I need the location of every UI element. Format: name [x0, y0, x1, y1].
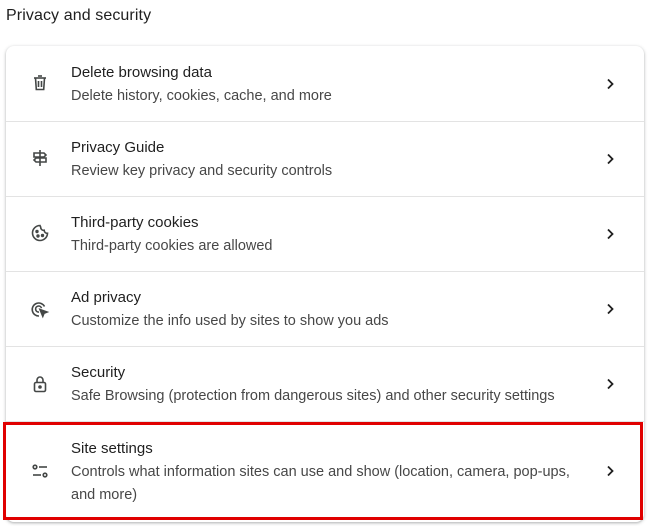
site-settings-row[interactable]: Site settings Controls what information … — [6, 422, 644, 522]
chevron-right-icon — [602, 376, 618, 392]
chevron-right-icon — [602, 463, 618, 479]
row-label: Privacy Guide — [71, 139, 165, 156]
chevron-right-icon — [602, 301, 618, 317]
row-label: Ad privacy — [71, 289, 142, 306]
row-sublabel: Customize the info used by sites to show… — [71, 313, 389, 329]
row-label: Delete browsing data — [71, 64, 212, 81]
cookie-icon — [28, 221, 52, 245]
delete-browsing-data-row[interactable]: Delete browsing data Delete history, coo… — [6, 46, 644, 121]
ad-privacy-row[interactable]: Ad privacy Customize the info used by si… — [6, 272, 644, 346]
row-label: Third-party cookies — [71, 214, 199, 231]
row-sublabel: Third-party cookies are allowed — [71, 238, 273, 254]
tune-icon — [28, 459, 52, 483]
row-label: Security — [71, 364, 126, 381]
third-party-cookies-row[interactable]: Third-party cookies Third-party cookies … — [6, 197, 644, 271]
lock-icon — [28, 372, 52, 396]
row-label: Site settings — [71, 440, 153, 457]
section-title: Privacy and security — [6, 7, 152, 24]
signpost-icon — [28, 146, 52, 170]
row-sublabel: Review key privacy and security controls — [71, 163, 333, 179]
chevron-right-icon — [602, 76, 618, 92]
chevron-right-icon — [602, 151, 618, 167]
trash-icon — [28, 71, 52, 95]
ad-privacy-icon — [28, 298, 52, 322]
row-sublabel: Controls what information sites can use … — [71, 464, 570, 503]
row-sublabel: Safe Browsing (protection from dangerous… — [71, 388, 555, 404]
privacy-guide-row[interactable]: Privacy Guide Review key privacy and sec… — [6, 122, 644, 196]
security-row[interactable]: Security Safe Browsing (protection from … — [6, 347, 644, 421]
chevron-right-icon — [602, 226, 618, 242]
privacy-security-card: Delete browsing data Delete history, coo… — [6, 46, 644, 522]
row-sublabel: Delete history, cookies, cache, and more — [71, 88, 332, 104]
